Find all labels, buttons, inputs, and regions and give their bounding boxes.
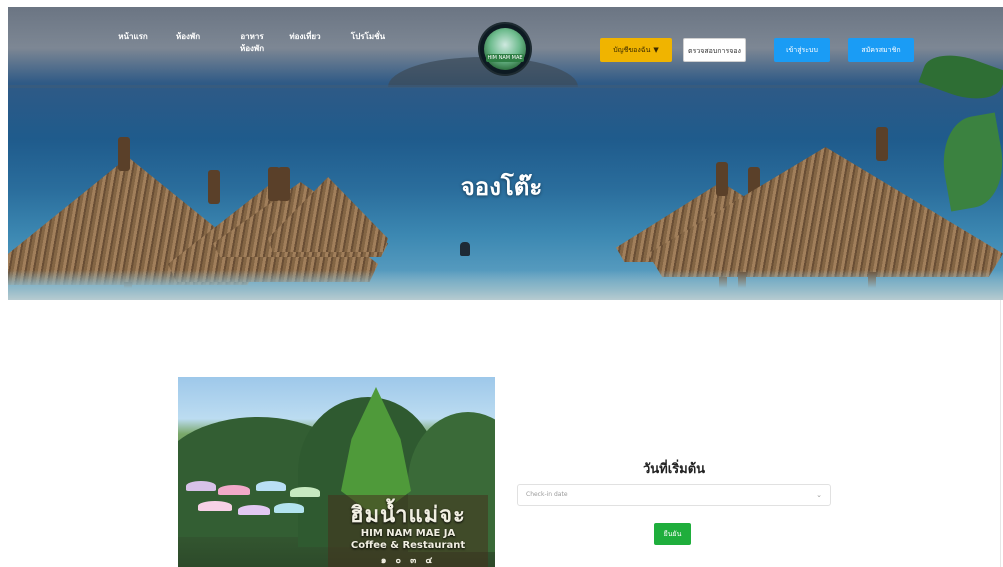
- check-in-date-select[interactable]: Check-in date ⌄: [517, 484, 831, 506]
- sign-thai-text: ฮิมน้ำแม่จะ: [350, 502, 466, 528]
- sign-number: ๑ ๐ ๓ ๔: [380, 556, 436, 566]
- nav-link-home[interactable]: หน้าแรก: [113, 31, 153, 43]
- shoreline: [8, 270, 1003, 300]
- nav-link-rooms[interactable]: ห้องพัก: [170, 31, 206, 43]
- sign-english-text: HIM NAM MAE JA Coffee & Restaurant: [350, 528, 466, 551]
- date-placeholder: Check-in date: [526, 491, 568, 498]
- confirm-button[interactable]: ยืนยัน: [654, 523, 691, 545]
- restaurant-photo: ฮิมน้ำแม่จะ HIM NAM MAE JA Coffee & Rest…: [178, 377, 495, 567]
- caret-down-icon: ▼: [653, 46, 659, 54]
- chevron-down-icon: ⌄: [816, 491, 822, 499]
- nav-link-promotion[interactable]: โปรโมชั่น: [343, 31, 393, 43]
- login-button[interactable]: เข้าสู่ระบบ: [774, 38, 830, 62]
- logo-text: HIM NAM MAE JA: [486, 54, 524, 62]
- page-title: จองโต๊ะ: [460, 172, 543, 201]
- logo-emblem: [484, 28, 526, 70]
- scrollbar-track: [1000, 300, 1001, 567]
- start-date-label: วันที่เริ่มต้น: [642, 462, 706, 477]
- swimmer-figure: [460, 242, 470, 256]
- horizon-line: [8, 85, 1003, 88]
- nav-link-food[interactable]: อาหาร ห้องพัก: [232, 31, 272, 55]
- account-dropdown-button[interactable]: บัญชีของฉัน ▼: [600, 38, 672, 62]
- check-reservation-button[interactable]: ตรวจสอบการจอง: [683, 38, 746, 62]
- nav-link-travel[interactable]: ท่องเที่ยว: [285, 31, 325, 43]
- brand-logo[interactable]: HIM NAM MAE JA: [480, 24, 530, 74]
- account-button-label: บัญชีของฉัน: [613, 46, 651, 54]
- register-button[interactable]: สมัครสมาชิก: [848, 38, 914, 62]
